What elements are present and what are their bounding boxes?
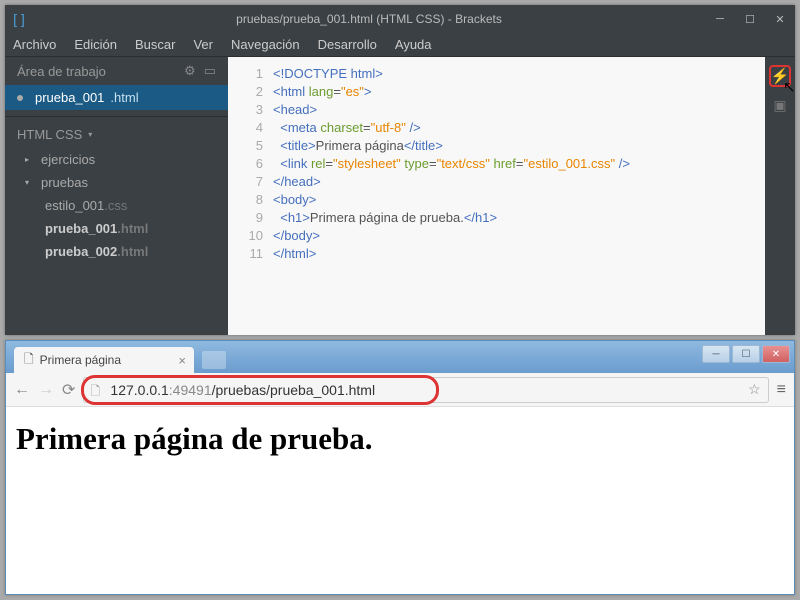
file-prueba-002-html[interactable]: prueba_002.html [5, 240, 228, 263]
folder-ejercicios[interactable]: ▸ ejercicios [5, 148, 228, 171]
page-icon: 🗋 [24, 350, 34, 371]
menu-ver[interactable]: Ver [193, 37, 213, 52]
brackets-menubar: Archivo Edición Buscar Ver Navegación De… [5, 33, 795, 57]
extension-manager-icon[interactable]: ▣ [773, 97, 786, 114]
brackets-sidebar: Área de trabajo ⚙ ▭ prueba_001 .html HTML… [5, 57, 228, 335]
chrome-window: 🗋 Primera página × ─ ☐ ✕ ← → ⟳ 🗋 127.0.0… [5, 340, 795, 595]
menu-desarrollo[interactable]: Desarrollo [318, 37, 377, 52]
close-button[interactable]: ✕ [765, 9, 795, 29]
chrome-menu-icon[interactable]: ≡ [777, 381, 786, 399]
code-content[interactable]: <!DOCTYPE html> <html lang="es"> <head> … [273, 57, 765, 335]
chrome-maximize-button[interactable]: ☐ [732, 345, 760, 363]
menu-archivo[interactable]: Archivo [13, 37, 56, 52]
chevron-down-icon: ▾ [25, 178, 35, 187]
chrome-close-button[interactable]: ✕ [762, 345, 790, 363]
forward-button[interactable]: → [38, 381, 54, 399]
brackets-titlebar: [ ] pruebas/prueba_001.html (HTML CSS) -… [5, 5, 795, 33]
open-file-dot-icon [17, 95, 23, 101]
project-label: HTML CSS [17, 127, 82, 142]
working-file-name: prueba_001 [35, 90, 104, 105]
menu-edicion[interactable]: Edición [74, 37, 117, 52]
brackets-window: [ ] pruebas/prueba_001.html (HTML CSS) -… [5, 5, 795, 335]
folder-pruebas[interactable]: ▾ pruebas [5, 171, 228, 194]
file-estilo-001-css[interactable]: estilo_001.css [5, 194, 228, 217]
project-header[interactable]: HTML CSS ▾ [5, 116, 228, 148]
working-file-ext: .html [110, 90, 138, 105]
chevron-right-icon: ▸ [25, 155, 35, 164]
folder-name: ejercicios [41, 152, 95, 167]
chrome-toolbar: ← → ⟳ 🗋 127.0.0.1:49491/pruebas/prueba_0… [6, 373, 794, 407]
menu-navegacion[interactable]: Navegación [231, 37, 300, 52]
bookmark-star-icon[interactable]: ☆ [748, 381, 761, 398]
chrome-window-controls: ─ ☐ ✕ [702, 341, 794, 363]
brackets-right-toolbar: ⚡ ▣ [765, 57, 795, 335]
gear-icon[interactable]: ⚙ [184, 63, 196, 79]
live-preview-button[interactable]: ⚡ [769, 65, 791, 87]
brackets-app-icon: [ ] [5, 11, 33, 27]
lightning-icon: ⚡ [771, 67, 790, 85]
line-gutter: 1 2 3 4 5 6 7 8 9 10 11 [228, 57, 273, 335]
back-button[interactable]: ← [14, 381, 30, 399]
working-file-active[interactable]: prueba_001 .html [5, 85, 228, 110]
browser-tab[interactable]: 🗋 Primera página × [14, 347, 194, 373]
tab-close-icon[interactable]: × [178, 353, 186, 368]
brackets-body: Área de trabajo ⚙ ▭ prueba_001 .html HTML… [5, 57, 795, 335]
file-prueba-001-html[interactable]: prueba_001.html [5, 217, 228, 240]
folder-name: pruebas [41, 175, 88, 190]
sidebar-header-icons: ⚙ ▭ [184, 63, 216, 79]
working-files-header: Área de trabajo ⚙ ▭ [5, 57, 228, 85]
chevron-down-icon: ▾ [88, 130, 92, 139]
reload-button[interactable]: ⟳ [62, 380, 75, 400]
chrome-minimize-button[interactable]: ─ [702, 345, 730, 363]
split-icon[interactable]: ▭ [204, 63, 216, 79]
page-icon: 🗋 [90, 382, 100, 403]
page-heading: Primera página de prueba. [16, 421, 784, 457]
code-editor[interactable]: 1 2 3 4 5 6 7 8 9 10 11 <!DOCTYPE html> … [228, 57, 765, 335]
page-content: Primera página de prueba. [6, 407, 794, 471]
tab-title: Primera página [40, 353, 121, 367]
brackets-window-title: pruebas/prueba_001.html (HTML CSS) - Bra… [33, 12, 705, 26]
working-files-label: Área de trabajo [17, 64, 106, 79]
chrome-titlebar: 🗋 Primera página × ─ ☐ ✕ [6, 341, 794, 373]
maximize-button[interactable]: ☐ [735, 9, 765, 29]
omnibox-wrap: 🗋 127.0.0.1:49491/pruebas/prueba_001.htm… [83, 377, 768, 403]
menu-buscar[interactable]: Buscar [135, 37, 175, 52]
brackets-window-controls: ─ ☐ ✕ [705, 9, 795, 29]
minimize-button[interactable]: ─ [705, 9, 735, 29]
new-tab-button[interactable] [202, 351, 226, 369]
address-bar[interactable]: 127.0.0.1:49491/pruebas/prueba_001.html [83, 377, 768, 403]
menu-ayuda[interactable]: Ayuda [395, 37, 432, 52]
